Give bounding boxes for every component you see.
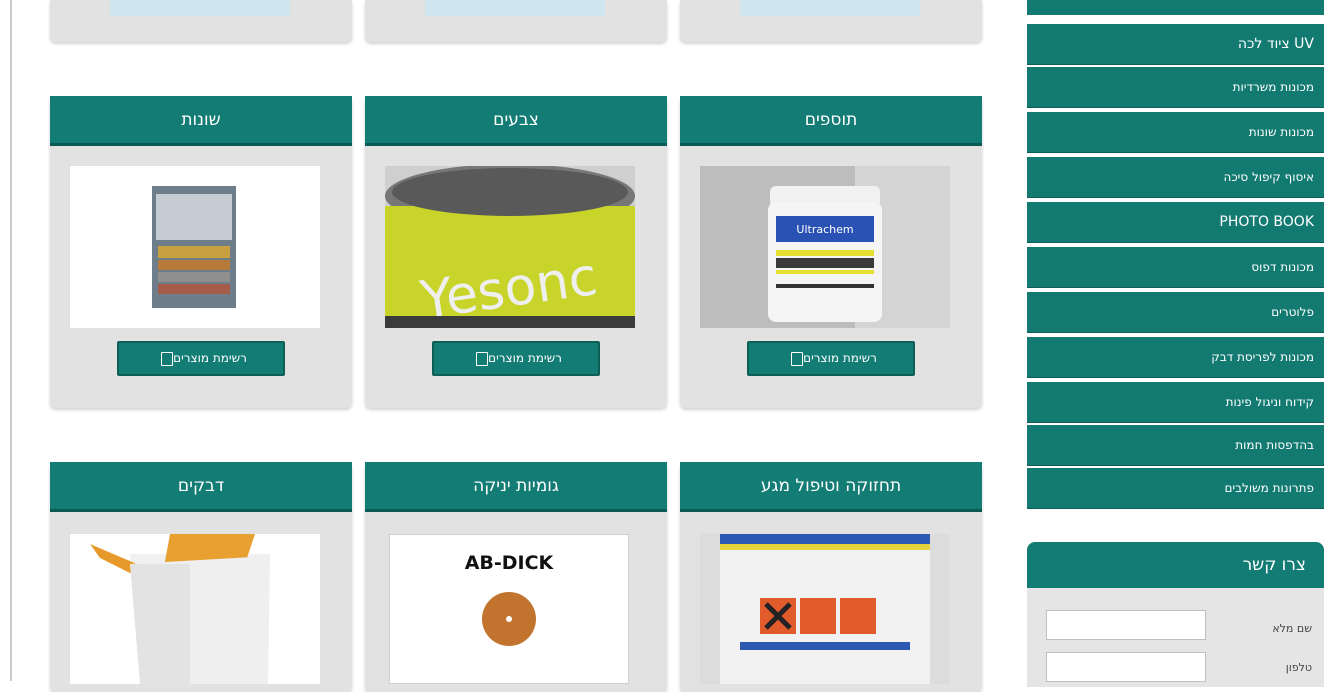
product-card-partial [365,0,667,42]
product-image-suction-rubber[interactable]: AB-DICK [389,534,629,684]
sidebar-item-collating[interactable]: איסוף קיפול סיכה [1027,157,1324,198]
product-image-maintenance[interactable] [700,534,950,684]
ab-dick-text: AB-DICK [465,552,555,574]
product-image-box[interactable] [70,534,320,684]
sidebar-item-glue-machines[interactable]: מכונות לפריסת דבק [1027,337,1324,378]
product-card-maintenance: תחזוקה וטיפול מגע [680,462,982,692]
sidebar-item-combined-solutions[interactable]: פתרונות משולבים [1027,468,1324,509]
card-title[interactable]: צבעים [365,96,667,146]
document-icon [791,351,804,366]
sidebar-item-photo-book[interactable]: PHOTO BOOK [1027,202,1324,243]
sidebar-item-hot-printing[interactable]: בהדפסות חמות [1027,425,1324,466]
product-list-button[interactable]: רשימת מוצרים [747,341,915,376]
document-icon [476,351,489,366]
product-list-button[interactable]: רשימת מוצרים [432,341,600,376]
product-card-misc: שונות רשימת מוצרים [50,96,352,408]
sidebar-item-drilling[interactable]: קידוח וניגול פינות [1027,382,1324,423]
sidebar-item-printing-machines[interactable]: מכונות דפוס [1027,247,1324,288]
card-title[interactable]: גומיות יניקה [365,462,667,512]
phone-input[interactable] [1046,652,1206,682]
product-card-adhesives: דבקים [50,462,352,692]
full-name-input[interactable] [1046,610,1206,640]
product-card-partial [680,0,982,42]
product-image-additive-jar[interactable]: Ultrachem [700,166,950,328]
product-image-test-strips[interactable] [70,166,320,328]
sidebar-item-office-machines[interactable]: מכונות משרדיות [1027,67,1324,108]
card-title[interactable]: תחזוקה וטיפול מגע [680,462,982,512]
additive-label-text: Ultrachem [796,223,853,236]
card-title[interactable]: תוספים [680,96,982,146]
product-card-suction-rubbers: גומיות יניקה AB-DICK [365,462,667,692]
product-card-additives: תוספים Ultrachem רשימת מוצרים [680,96,982,408]
product-card-inks: צבעים Yesonc רשימת מוצרים [365,96,667,408]
left-divider [10,0,12,681]
contact-form: צרו קשר שם מלא טלפון [1027,542,1324,687]
card-title[interactable]: דבקים [50,462,352,512]
sidebar-item-plotters[interactable]: פלוטרים [1027,292,1324,333]
card-title[interactable]: שונות [50,96,352,146]
sidebar-item-uv-coating[interactable]: ציוד לכה UV [1027,24,1324,65]
document-icon [161,351,174,366]
product-card-partial [50,0,352,42]
contact-title: צרו קשר [1027,542,1324,588]
phone-label: טלפון [1285,661,1312,674]
sidebar-item-misc-machines[interactable]: מכונות שונות [1027,112,1324,153]
full-name-label: שם מלא [1272,622,1312,635]
sidebar-top-edge [1027,0,1324,15]
product-list-button[interactable]: רשימת מוצרים [117,341,285,376]
product-image-ink-can[interactable]: Yesonc [385,166,635,328]
